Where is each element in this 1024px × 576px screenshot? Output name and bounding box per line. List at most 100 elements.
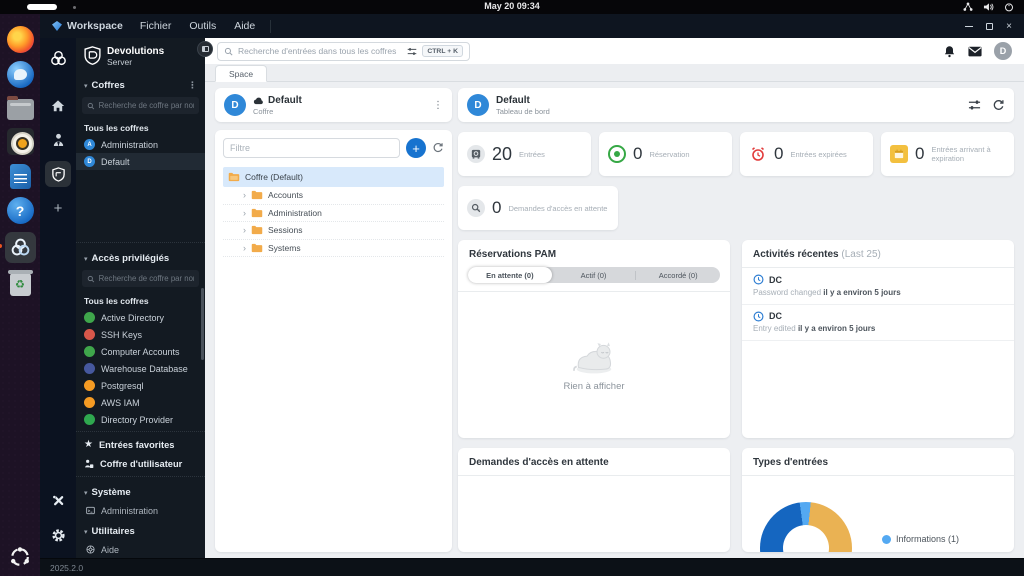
cloud-icon (253, 97, 263, 104)
folder-icon (251, 208, 263, 217)
stat-pending-access-requests[interactable]: 0 Demandes d'accès en attente (458, 186, 618, 230)
sidebar-item-favorites[interactable]: ★ Entrées favorites (76, 435, 205, 454)
sidebar-item-default-vault[interactable]: D Default (76, 153, 205, 171)
add-nav-icon[interactable]: + (45, 195, 71, 221)
devolutions-workspace-icon[interactable] (0, 232, 36, 263)
sidebar-item-aide[interactable]: Aide (76, 541, 205, 558)
menu-outils[interactable]: Outils (180, 20, 225, 32)
messages-envelope-icon[interactable] (968, 46, 982, 57)
sidebar-item-directory-provider[interactable]: Directory Provider (76, 411, 205, 428)
vault-menu-icon[interactable]: ⋮ (433, 100, 443, 111)
settings-gear-icon[interactable] (45, 522, 71, 548)
sidebar-item-system-administration[interactable]: Administration (76, 502, 205, 519)
provider-dot-icon (84, 329, 95, 340)
vault-avatar: A (84, 139, 95, 151)
tree-folder-systems[interactable]: › Systems (223, 240, 444, 257)
sidebar-item-postgresql[interactable]: Postgresql (76, 377, 205, 394)
activity-item[interactable]: DC Entry edited il y a environ 5 jours (742, 305, 1014, 341)
home-nav-icon[interactable] (45, 93, 71, 119)
sidebar-item-computer-accounts[interactable]: Computer Accounts (76, 343, 205, 360)
section-coffres[interactable]: ▾ Coffres ⋮ (76, 73, 205, 95)
dashboard-settings-icon[interactable] (968, 99, 981, 111)
sidebar-item-warehouse-database[interactable]: Warehouse Database (76, 360, 205, 377)
activity-action: Password changed (753, 287, 822, 297)
tab-space[interactable]: Space (215, 65, 268, 82)
search-icon (87, 275, 95, 282)
pam-tab-accorde[interactable]: Accordé (0) (636, 267, 720, 283)
user-avatar[interactable]: D (994, 42, 1012, 60)
firefox-icon[interactable] (6, 26, 34, 53)
rhythmbox-icon[interactable] (6, 128, 34, 155)
tree-folder-administration[interactable]: › Administration (223, 205, 444, 222)
stat-reservation[interactable]: 0 Réservation (599, 132, 732, 176)
devolutions-logo-icon[interactable] (45, 45, 71, 71)
entry-types-panel: Types d'entrées Informations (1) (742, 448, 1014, 552)
menu-aide[interactable]: Aide (225, 20, 264, 32)
server-brand: Devolutions Server (76, 38, 205, 73)
vaults-nav-icon[interactable] (45, 161, 71, 187)
thunderbird-icon[interactable] (6, 61, 34, 88)
coffres-menu-icon[interactable]: ⋮ (188, 80, 197, 91)
tree-root-coffre-default[interactable]: Coffre (Default) (223, 167, 444, 187)
pam-panel-title: Réservations PAM (469, 249, 557, 260)
tree-filter-input[interactable] (223, 138, 400, 158)
tree-folder-accounts[interactable]: › Accounts (223, 187, 444, 205)
pam-tab-en-attente[interactable]: En attente (0) (468, 267, 552, 283)
menu-workspace[interactable]: Workspace (44, 20, 131, 32)
pending-access-requests-panel: Demandes d'accès en attente (458, 448, 730, 552)
tools-nav-icon[interactable] (45, 488, 71, 514)
sidebar-item-user-vault[interactable]: Coffre d'utilisateur (76, 454, 205, 473)
sidebar-item-administration-vault[interactable]: A Administration (76, 136, 205, 153)
clock[interactable]: May 20 09:34 (0, 1, 1024, 11)
add-entry-button[interactable]: + (406, 138, 426, 158)
chart-legend[interactable]: Informations (1) (882, 534, 959, 544)
activities-title: Activités récentes (753, 249, 839, 260)
stat-label: Entrées (519, 149, 545, 159)
maximize-button[interactable] (986, 22, 994, 30)
pam-tab-actif[interactable]: Actif (0) (552, 267, 636, 283)
pam-search-input[interactable]: Recherche de coffre par nom (82, 270, 199, 287)
minimize-button[interactable] (965, 25, 974, 27)
dashboard-header-card: D Default Tableau de bord (458, 88, 1014, 122)
devolutions-workspace-window: Workspace Fichier Outils Aide × + Devolu… (40, 14, 1024, 576)
section-acces-privilegies[interactable]: ▾ Accès privilégiés (76, 246, 205, 268)
pam-nav-icon[interactable] (45, 127, 71, 153)
vault-search-input[interactable]: Recherche de coffre par nom (82, 97, 199, 115)
user-vault-icon (85, 459, 94, 468)
global-search-box[interactable]: CTRL + K (217, 41, 470, 61)
caret-down-icon: ▾ (84, 528, 88, 536)
stat-expired-entries[interactable]: 0 Entrées expirées (740, 132, 873, 176)
dashboard-refresh-icon[interactable] (992, 99, 1005, 112)
safe-icon (467, 145, 485, 163)
sidebar-item-ssh-keys[interactable]: SSH Keys (76, 326, 205, 343)
file-manager-icon[interactable] (6, 96, 34, 120)
trash-icon[interactable]: ♻ (7, 270, 33, 296)
app-grid-icon[interactable] (7, 543, 34, 570)
global-search-input[interactable] (238, 46, 403, 56)
stat-entries[interactable]: 20 Entrées (458, 132, 591, 176)
search-icon (87, 102, 95, 110)
sidebar-collapse-button[interactable] (197, 41, 213, 57)
pam-tabs: En attente (0) Actif (0) Accordé (0) (468, 267, 720, 283)
tree-refresh-icon[interactable] (432, 142, 444, 154)
tab-strip: Space (205, 64, 1024, 82)
libreoffice-writer-icon[interactable] (9, 164, 31, 189)
sidebar-item-active-directory[interactable]: Active Directory (76, 309, 205, 326)
section-systeme[interactable]: ▾ Système (76, 480, 205, 502)
search-filter-icon[interactable] (407, 47, 417, 56)
activity-item[interactable]: DC Password changed il y a environ 5 jou… (742, 268, 1014, 305)
notifications-bell-icon[interactable] (943, 45, 956, 58)
tree-folder-sessions[interactable]: › Sessions (223, 222, 444, 240)
status-bar: 2025.2.0 (40, 558, 1024, 576)
section-utilitaires[interactable]: ▾ Utilitaires (76, 519, 205, 541)
volume-icon[interactable] (983, 2, 994, 12)
sidebar-item-aws-iam[interactable]: AWS IAM (76, 394, 205, 411)
help-icon[interactable]: ? (6, 197, 34, 224)
activity-time: il y a environ 5 jours (823, 287, 901, 297)
power-icon[interactable] (1004, 2, 1014, 12)
menu-fichier[interactable]: Fichier (131, 20, 181, 32)
stat-expiring-entries[interactable]: 0 Entrées arrivant à expiration (881, 132, 1014, 176)
sidebar-scrollbar[interactable] (201, 288, 204, 360)
close-button[interactable]: × (1006, 21, 1012, 32)
network-icon[interactable] (963, 2, 973, 12)
